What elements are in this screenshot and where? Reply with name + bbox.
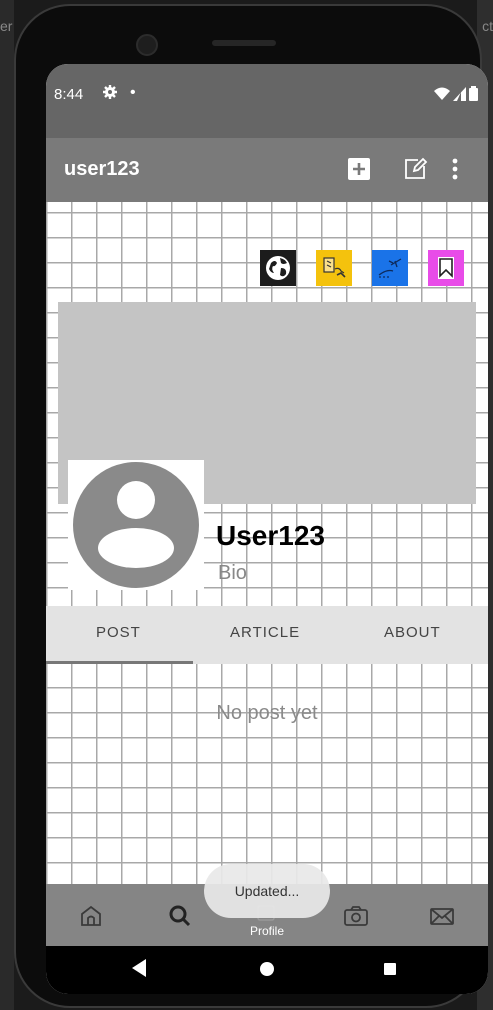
front-camera <box>136 34 158 56</box>
flight-travel-badge-icon[interactable] <box>372 250 408 286</box>
notification-dot: • <box>130 84 136 101</box>
status-bar: 8:44 • <box>46 64 488 138</box>
tab-selected-indicator <box>46 661 193 664</box>
window-edge-left <box>0 0 14 1010</box>
add-box-icon[interactable] <box>346 156 372 182</box>
empty-state-text: No post yet <box>216 702 318 724</box>
battery-icon <box>469 86 478 101</box>
recents-icon[interactable] <box>384 963 396 975</box>
tab-post[interactable]: POST <box>96 624 141 641</box>
camera-icon[interactable] <box>342 902 370 930</box>
edge-text-right: ct <box>482 18 493 34</box>
globe-badge-icon[interactable] <box>260 250 296 286</box>
more-vert-icon[interactable] <box>448 156 462 182</box>
signal-icon <box>453 86 466 101</box>
app-bar-title: user123 <box>64 158 140 180</box>
mail-icon[interactable] <box>428 902 456 930</box>
profile-bio: Bio <box>218 562 247 584</box>
app-bar: user123 <box>46 138 488 202</box>
map-travel-badge-icon[interactable] <box>316 250 352 286</box>
settings-gear-icon <box>102 84 118 105</box>
tab-about[interactable]: ABOUT <box>384 624 441 641</box>
system-icons <box>434 86 478 101</box>
device-screen: 8:44 • user123 User123 Bio POST ARTICLE … <box>46 64 488 994</box>
system-navigation-bar <box>46 946 488 994</box>
home-button-icon[interactable] <box>260 962 274 976</box>
profile-nav-label[interactable]: Profile <box>46 924 488 938</box>
wifi-icon <box>434 87 450 100</box>
profile-name: User123 <box>216 520 325 551</box>
bookmark-badge-icon[interactable] <box>428 250 464 286</box>
phone-frame: 8:44 • user123 User123 Bio POST ARTICLE … <box>14 4 488 1008</box>
back-icon[interactable] <box>130 958 148 983</box>
status-time: 8:44 <box>54 86 84 103</box>
profile-content: User123 Bio POST ARTICLE ABOUT No post y… <box>46 202 488 884</box>
profile-tabs: POST ARTICLE ABOUT <box>46 606 488 664</box>
toast-message: Updated... <box>204 864 330 918</box>
edit-icon[interactable] <box>402 156 428 182</box>
avatar[interactable] <box>68 460 204 590</box>
earpiece-speaker <box>212 40 276 46</box>
edge-text-left: er <box>0 18 13 34</box>
tab-article[interactable]: ARTICLE <box>230 624 300 641</box>
